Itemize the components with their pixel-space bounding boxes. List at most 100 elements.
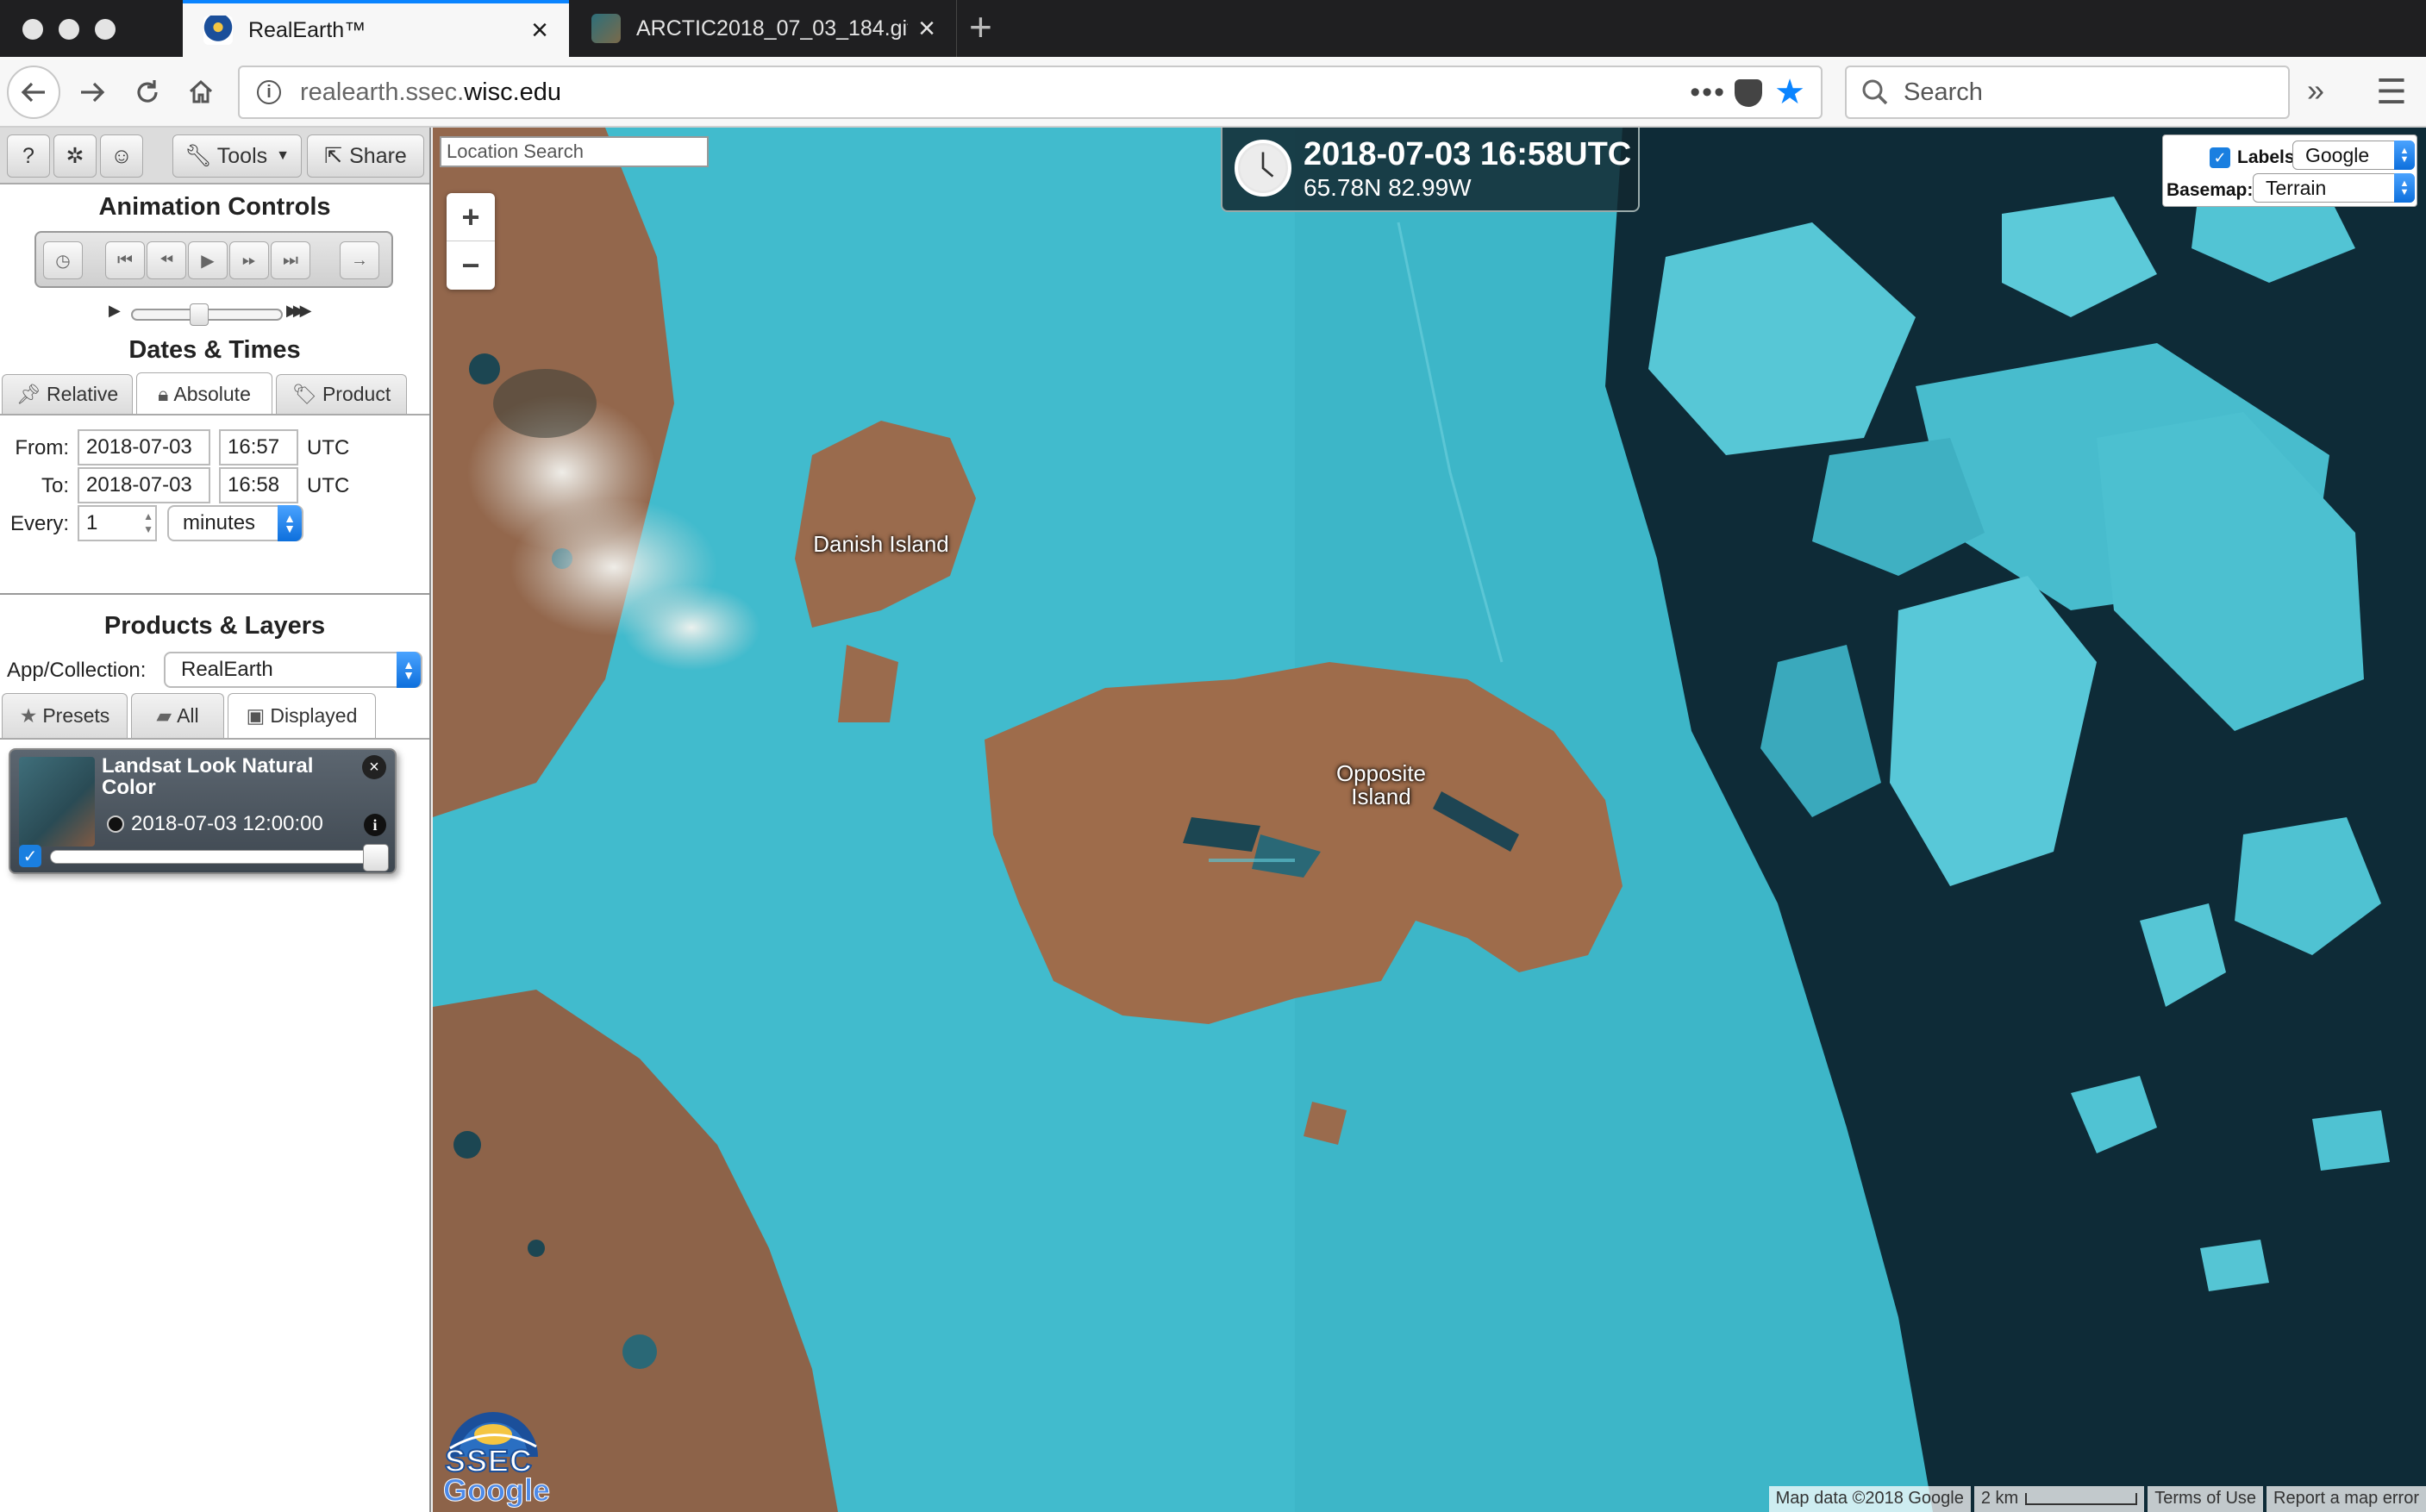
info-icon[interactable]: i [257,80,281,104]
basemap-value: Terrain [2266,176,2327,199]
reload-button[interactable] [122,67,172,117]
help-button[interactable]: ? [7,134,50,178]
play-icon: ▶ [201,251,215,271]
from-tz-label: UTC [307,436,350,459]
window-close-dot[interactable] [22,19,43,40]
overflow-chevron-icon[interactable]: » [2307,72,2324,109]
ssec-logo[interactable]: SSEC Google [441,1396,551,1509]
forward-button[interactable] [67,67,117,117]
url-bar[interactable]: i realearth.ssec. wisc.edu ••• ★ [238,66,1823,119]
tab-presets[interactable]: ★ Presets [2,693,128,738]
first-frame-button[interactable]: ⏮︎ [105,241,145,279]
layer-time: 2018-07-03 12:00:00 [107,812,323,836]
layer-opacity-slider[interactable] [50,844,389,872]
opacity-slider-thumb[interactable] [363,844,389,872]
scale-indicator[interactable]: 2 km [1973,1486,2145,1512]
every-stepper[interactable]: 1 ▲ ▼ [78,505,157,541]
tab-absolute[interactable]: 🔒︎ Absolute [136,372,272,415]
layer-visible-checkbox[interactable]: ✓ [19,845,41,867]
labels-checkbox[interactable]: ✓ [2210,147,2230,168]
tab-displayed[interactable]: ▣ Displayed [228,693,376,738]
labels-select[interactable]: Google ▲ ▼ [2292,141,2415,170]
image-favicon-icon [591,14,621,43]
play-button[interactable]: ▶ [188,241,228,279]
left-panel: ? ✲ ☺ 🔧︎ Tools ▼ ⇱ Share Animation Contr… [0,128,431,1512]
map-attribution-bar: Map data ©2018 Google 2 km Terms of Use … [1766,1486,2426,1512]
ssec-favicon-icon [203,16,233,45]
last-frame-button[interactable]: ⏭︎ [271,241,310,279]
share-button[interactable]: ⇱ Share [307,134,424,178]
pocket-icon[interactable] [1735,79,1762,107]
layer-card[interactable]: Landsat Look Natural Color × 2018-07-03 … [9,748,397,874]
back-arrow-icon [21,82,45,103]
window-zoom-dot[interactable] [95,19,116,40]
tag-icon: 🏷︎ [291,383,317,405]
close-tab-icon[interactable]: × [918,14,935,43]
select-arrows-icon: ▲ ▼ [278,505,302,541]
every-value: 1 [86,511,98,534]
new-tab-icon[interactable]: + [969,7,992,47]
from-date-input[interactable]: 2018-07-03 [78,429,210,465]
map-coordinates: 65.78N 82.99W [1304,174,1472,201]
home-icon [189,79,213,103]
zoom-in-button[interactable]: + [447,193,495,241]
to-label: To: [41,474,69,497]
layer-time-value: 2018-07-03 12:00:00 [131,812,323,835]
fast-forward-icon: ⏩︎ [242,250,256,270]
user-icon: ☺ [110,143,133,168]
remove-layer-icon[interactable]: × [362,755,386,779]
url-host: wisc.edu [464,78,562,106]
tab-label: Product [322,383,391,405]
hamburger-menu-icon[interactable]: ☰ [2376,72,2407,112]
dates-times-title: Dates & Times [128,336,301,364]
google-logo-text: Google [443,1472,551,1509]
location-search-input[interactable]: Location Search [440,136,709,167]
user-button[interactable]: ☺ [100,134,143,178]
speed-slider-thumb[interactable] [190,303,209,326]
collection-label: App/Collection: [7,659,147,682]
search-icon [1862,79,1888,105]
settings-button[interactable]: ✲ [53,134,97,178]
tab-all[interactable]: ▰ All [131,693,224,738]
collection-select[interactable]: RealEarth ▲ ▼ [164,652,422,688]
skip-last-icon: ⏭︎ [283,250,298,270]
loop-clock-button[interactable]: ◷ [43,241,83,279]
labels-value: Google [2305,143,2370,166]
search-input[interactable]: Search [1845,66,2290,119]
from-time-input[interactable]: 16:57 [219,429,298,465]
stepper-arrows-icon[interactable]: ▲ ▼ [143,510,153,536]
tab-product[interactable]: 🏷︎ Product [276,374,407,414]
browser-tab-bar: RealEarth™ × ARCTIC2018_07_03_184.gif (G… [0,0,2426,57]
step-back-button[interactable]: ⏪︎ [147,241,186,279]
back-button[interactable] [7,66,60,119]
animation-controls-title: Animation Controls [98,193,331,221]
next-button[interactable]: → [340,241,379,279]
zoom-out-button[interactable]: − [447,241,495,290]
tab-divider [0,738,429,740]
home-button[interactable] [176,67,226,117]
every-unit-select[interactable]: minutes ▲ ▼ [167,505,303,541]
bookmark-star-icon[interactable]: ★ [1774,72,1805,112]
to-tz-label: UTC [307,474,350,497]
share-icon: ⇱ [324,144,343,168]
info-icon[interactable]: i [364,814,386,836]
step-forward-button[interactable]: ⏩︎ [229,241,269,279]
scale-bar [2025,1492,2138,1505]
terms-link[interactable]: Terms of Use [2148,1486,2264,1512]
page-actions-icon[interactable]: ••• [1690,76,1726,109]
tab-relative[interactable]: 📌︎ Relative [2,374,133,414]
basemap-select[interactable]: Terrain ▲ ▼ [2253,173,2415,203]
report-error-link[interactable]: Report a map error [2267,1486,2426,1512]
tab-realearth[interactable]: RealEarth™ × [183,0,569,57]
map-view[interactable]: Location Search + − 2018-07-03 16:58UTC … [433,128,2426,1512]
to-time-input[interactable]: 16:58 [219,467,298,503]
tab-label: Absolute [173,383,251,405]
tab-arctic-gif[interactable]: ARCTIC2018_07_03_184.gif (GIF × [571,0,957,57]
tab-label: Presets [42,704,110,727]
speed-slider[interactable]: ▶ ▶▶▶ [109,300,316,326]
close-tab-icon[interactable]: × [531,16,548,45]
window-minimize-dot[interactable] [59,19,79,40]
rewind-icon: ⏪︎ [159,250,173,270]
to-date-input[interactable]: 2018-07-03 [78,467,210,503]
tools-button[interactable]: 🔧︎ Tools ▼ [172,134,302,178]
